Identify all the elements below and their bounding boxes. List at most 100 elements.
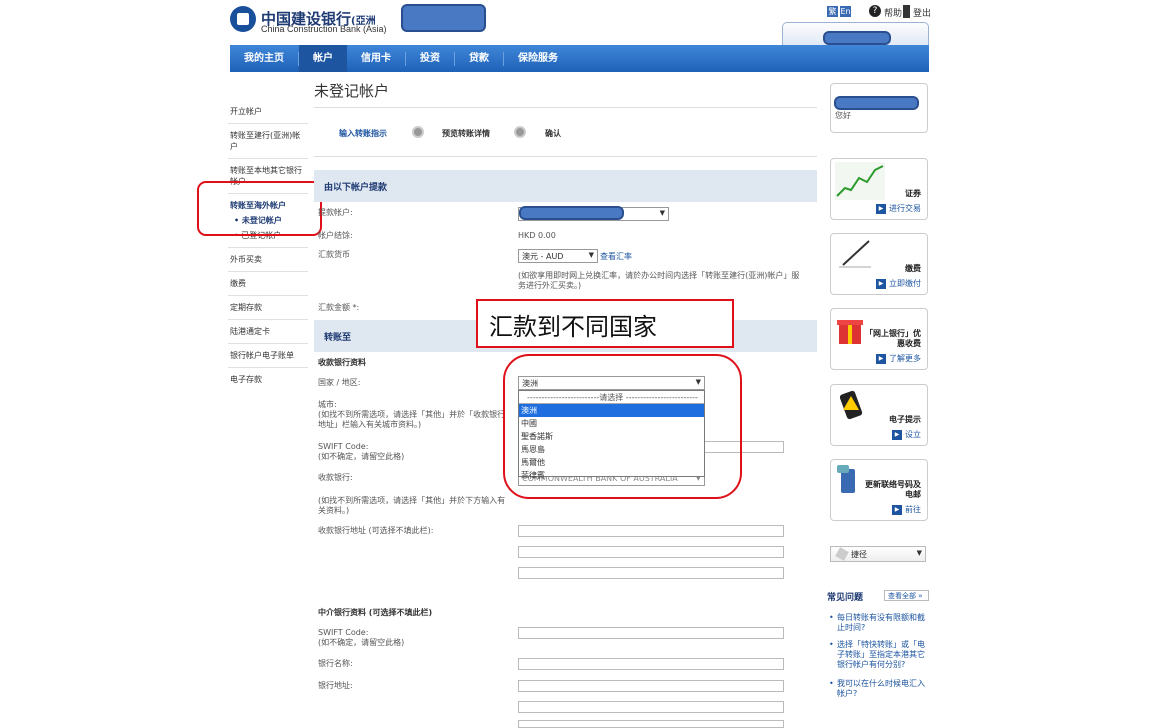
inter-bank-address-line2[interactable] xyxy=(518,701,784,713)
promo-update-contact[interactable]: 更新联络号码及电邮 ▶ 前往 xyxy=(830,459,928,521)
play-icon: ▶ xyxy=(892,429,902,440)
bank-address-label: 收款银行地址 (可选择不填此栏): xyxy=(318,526,434,535)
inter-bank-name-input[interactable] xyxy=(518,658,784,670)
rate-link[interactable]: 查看汇率 xyxy=(600,251,632,262)
language-switch[interactable]: 繁 En xyxy=(827,6,853,18)
promo-title: 电子提示 xyxy=(889,415,921,424)
main-nav: 我的主页 帐户 信用卡 投资 贷款 保险服务 xyxy=(230,45,929,72)
sidebar: 开立帐户 转账至建行(亚洲)帐户 转账至本地其它银行帐户 转账至海外帐户 • 未… xyxy=(228,100,308,391)
sidebar-item-time-deposit[interactable]: 定期存款 xyxy=(228,296,308,320)
city-label: 城市: xyxy=(318,400,337,409)
sidebar-item-edeposit[interactable]: 电子存款 xyxy=(228,368,308,391)
inter-swift-label: SWIFT Code: xyxy=(318,628,369,637)
tag-icon xyxy=(835,547,849,561)
inter-bank-address-label: 银行地址: xyxy=(318,681,353,690)
help-icon[interactable]: ? xyxy=(869,5,881,17)
promo-billpay[interactable]: 缴费 ▶ 立即缴付 xyxy=(830,233,928,295)
sidebar-item-estatement[interactable]: 银行帐户电子账单 xyxy=(228,344,308,368)
play-icon: ▶ xyxy=(876,203,886,214)
redacted-account xyxy=(823,31,891,45)
greeting-text: 您好 xyxy=(835,111,851,120)
promo-title: 缴费 xyxy=(905,264,921,273)
receiving-bank-label: 收款银行: xyxy=(318,473,353,482)
redacted-name xyxy=(401,4,486,32)
step-2: 预览转账详情 xyxy=(442,129,490,138)
amount-label: 汇款金额 *: xyxy=(318,303,360,312)
promo-action[interactable]: ▶ 立即缴付 xyxy=(876,278,921,289)
faq-item[interactable]: 每日转账有没有限额和截止时间? xyxy=(829,613,930,633)
inter-bank-address-line1[interactable] xyxy=(518,680,784,692)
sidebar-item-fx[interactable]: 外币买卖 xyxy=(228,248,308,272)
bank-address-line3[interactable] xyxy=(518,567,784,579)
intermediary-title: 中介银行资料 (可选择不填此栏) xyxy=(318,608,433,617)
promo-ebanking-fee[interactable]: 「网上银行」优惠收费 ▶ 了解更多 xyxy=(830,308,928,370)
greeting-box: 您好 xyxy=(830,83,928,133)
help-link[interactable]: 帮助 xyxy=(884,6,902,19)
progress-steps: 输入转账指示 预览转账详情 确认 xyxy=(314,107,817,157)
inter-swift-input[interactable] xyxy=(518,627,784,639)
page-title: 未登记帐户 xyxy=(314,82,390,100)
step-arrow-icon xyxy=(514,126,526,138)
faq-item[interactable]: 我可以在什么时候电汇入帐户? xyxy=(829,679,930,699)
bank-note: (如找不到所需选项，请选择「其他」并於下方输入有关资料。) xyxy=(318,496,506,515)
inter-swift-note: (如不确定，请留空此格) xyxy=(318,638,405,647)
nav-loans[interactable]: 贷款 xyxy=(455,51,504,66)
promo-title: 「网上银行」优惠收费 xyxy=(865,329,921,348)
bank-address-line2[interactable] xyxy=(518,546,784,558)
section-debit-header: 由以下帐户提款 xyxy=(314,170,817,202)
play-icon: ▶ xyxy=(892,504,902,515)
sidebar-item-open-account[interactable]: 开立帐户 xyxy=(228,100,308,124)
currency-select[interactable]: 澳元 - AUD ▼ xyxy=(518,249,598,263)
country-label: 国家 / 地区: xyxy=(318,378,361,387)
currency-note: (如欲享用即时网上兑换汇率，请於办公时间内选择「转账至建行(亚洲)帐户」服务进行… xyxy=(518,271,800,290)
step-arrow-icon xyxy=(412,126,424,138)
bank-address-line1[interactable] xyxy=(518,525,784,537)
debit-account-label: 提款帐户: xyxy=(318,208,353,217)
balance-value: HKD 0.00 xyxy=(518,231,556,240)
nav-investment[interactable]: 投资 xyxy=(406,51,455,66)
logo-english: China Construction Bank (Asia) xyxy=(261,24,387,34)
promo-action[interactable]: ▶ 进行交易 xyxy=(876,203,921,214)
balance-label: 帐户结馀: xyxy=(318,231,353,240)
nav-credit-card[interactable]: 信用卡 xyxy=(347,51,406,66)
sidebar-item-card[interactable]: 陆港通定卡 xyxy=(228,320,308,344)
city-note: (如找不到所需选项，请选择「其他」并於「收款银行地址」栏输入有关城市资料。) xyxy=(318,410,506,429)
play-icon: ▶ xyxy=(876,278,886,289)
nav-insurance[interactable]: 保险服务 xyxy=(504,52,572,66)
logout-door-icon[interactable] xyxy=(903,5,910,18)
promo-title: 更新联络号码及电邮 xyxy=(865,480,921,499)
ccb-logo-icon xyxy=(230,6,256,32)
swift-note: (如不确定，请留空此格) xyxy=(318,452,405,461)
inter-bank-address-line3[interactable] xyxy=(518,720,784,728)
step-3: 确认 xyxy=(545,129,561,138)
faq-item[interactable]: 选择「特快转账」或「电子转账」至指定本港其它银行帐户有何分别? xyxy=(829,640,930,670)
promo-title: 证券 xyxy=(905,189,921,198)
phone-alert-icon xyxy=(839,390,863,420)
promo-action[interactable]: ▶ 了解更多 xyxy=(876,353,921,364)
redacted-debit-account xyxy=(519,206,624,220)
sidebar-item-billpay[interactable]: 缴费 xyxy=(228,272,308,296)
faq-title: 常见问题 xyxy=(827,593,864,603)
pen-icon xyxy=(839,240,871,268)
promo-action[interactable]: ▶ 设立 xyxy=(892,429,921,440)
logout-link[interactable]: 登出 xyxy=(913,6,931,19)
faq-more-button[interactable]: 查看全部 » xyxy=(884,590,929,601)
promo-ealert[interactable]: 电子提示 ▶ 设立 xyxy=(830,384,928,446)
inter-bank-name-label: 银行名称: xyxy=(318,659,353,668)
annotation-label: 汇款到不同国家 xyxy=(476,299,734,348)
sidebar-item-transfer-ccb[interactable]: 转账至建行(亚洲)帐户 xyxy=(228,124,308,159)
highlight-circle-dropdown xyxy=(503,354,742,499)
highlight-circle-sidebar xyxy=(197,181,322,236)
shortcut-select[interactable]: 捷径 ▼ xyxy=(830,546,926,562)
swift-label: SWIFT Code: xyxy=(318,442,369,451)
nav-accounts[interactable]: 帐户 xyxy=(299,45,347,72)
step-1: 输入转账指示 xyxy=(339,129,387,138)
bank-info-title: 收款银行资料 xyxy=(318,358,366,367)
promo-action[interactable]: ▶ 前往 xyxy=(892,504,921,515)
promo-securities[interactable]: 证券 ▶ 进行交易 xyxy=(830,158,928,220)
lang-english[interactable]: En xyxy=(840,6,851,17)
lang-traditional[interactable]: 繁 xyxy=(827,6,838,17)
nav-home[interactable]: 我的主页 xyxy=(230,51,299,66)
redacted-username xyxy=(834,96,919,110)
chevron-down-icon: ▼ xyxy=(916,549,922,557)
